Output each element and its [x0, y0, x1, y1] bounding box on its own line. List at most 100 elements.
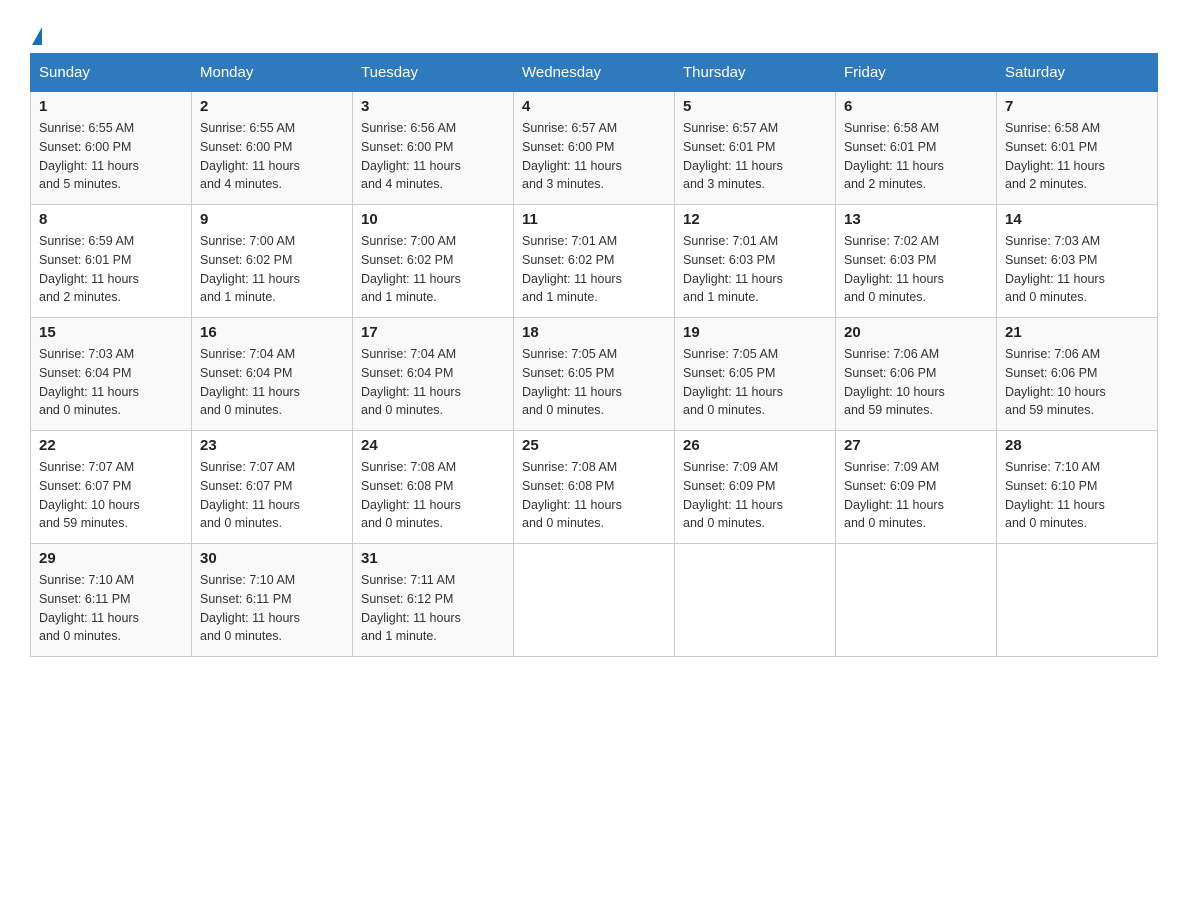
day-number: 23 [200, 437, 344, 454]
day-info: Sunrise: 6:57 AM Sunset: 6:01 PM Dayligh… [683, 119, 827, 194]
day-info: Sunrise: 7:03 AM Sunset: 6:03 PM Dayligh… [1005, 232, 1149, 307]
day-number: 8 [39, 211, 183, 228]
day-info: Sunrise: 7:08 AM Sunset: 6:08 PM Dayligh… [522, 458, 666, 533]
day-number: 31 [361, 550, 505, 567]
calendar-table: SundayMondayTuesdayWednesdayThursdayFrid… [30, 53, 1158, 657]
day-number: 15 [39, 324, 183, 341]
calendar-day-cell: 1 Sunrise: 6:55 AM Sunset: 6:00 PM Daylig… [31, 92, 192, 205]
day-info: Sunrise: 7:01 AM Sunset: 6:03 PM Dayligh… [683, 232, 827, 307]
logo [30, 20, 44, 43]
calendar-day-cell: 5 Sunrise: 6:57 AM Sunset: 6:01 PM Daylig… [675, 92, 836, 205]
day-number: 19 [683, 324, 827, 341]
calendar-day-cell: 24 Sunrise: 7:08 AM Sunset: 6:08 PM Dayli… [353, 431, 514, 544]
calendar-day-cell: 7Sunrise: 6:58 AM Sunset: 6:01 PM Daylig… [997, 92, 1158, 205]
calendar-week-row: 22 Sunrise: 7:07 AM Sunset: 6:07 PM Dayli… [31, 431, 1158, 544]
calendar-empty-cell [514, 544, 675, 657]
day-info: Sunrise: 7:08 AM Sunset: 6:08 PM Dayligh… [361, 458, 505, 533]
day-info: Sunrise: 7:02 AM Sunset: 6:03 PM Dayligh… [844, 232, 988, 307]
column-header-wednesday: Wednesday [514, 54, 675, 92]
day-info: Sunrise: 7:07 AM Sunset: 6:07 PM Dayligh… [200, 458, 344, 533]
calendar-day-cell: 2 Sunrise: 6:55 AM Sunset: 6:00 PM Daylig… [192, 92, 353, 205]
day-number: 21 [1005, 324, 1149, 341]
day-info: Sunrise: 7:00 AM Sunset: 6:02 PM Dayligh… [361, 232, 505, 307]
calendar-day-cell: 4 Sunrise: 6:57 AM Sunset: 6:00 PM Daylig… [514, 92, 675, 205]
day-info: Sunrise: 7:05 AM Sunset: 6:05 PM Dayligh… [522, 345, 666, 420]
calendar-day-cell: 26 Sunrise: 7:09 AM Sunset: 6:09 PM Dayli… [675, 431, 836, 544]
day-info: Sunrise: 7:09 AM Sunset: 6:09 PM Dayligh… [683, 458, 827, 533]
calendar-day-cell: 18 Sunrise: 7:05 AM Sunset: 6:05 PM Dayli… [514, 318, 675, 431]
calendar-day-cell: 25 Sunrise: 7:08 AM Sunset: 6:08 PM Dayli… [514, 431, 675, 544]
calendar-day-cell: 17 Sunrise: 7:04 AM Sunset: 6:04 PM Dayli… [353, 318, 514, 431]
day-info: Sunrise: 7:09 AM Sunset: 6:09 PM Dayligh… [844, 458, 988, 533]
calendar-header-row: SundayMondayTuesdayWednesdayThursdayFrid… [31, 54, 1158, 92]
calendar-day-cell: 27 Sunrise: 7:09 AM Sunset: 6:09 PM Dayli… [836, 431, 997, 544]
day-info: Sunrise: 6:55 AM Sunset: 6:00 PM Dayligh… [200, 119, 344, 194]
day-info: Sunrise: 7:01 AM Sunset: 6:02 PM Dayligh… [522, 232, 666, 307]
calendar-empty-cell [836, 544, 997, 657]
column-header-tuesday: Tuesday [353, 54, 514, 92]
calendar-day-cell: 31 Sunrise: 7:11 AM Sunset: 6:12 PM Dayli… [353, 544, 514, 657]
calendar-day-cell: 12 Sunrise: 7:01 AM Sunset: 6:03 PM Dayli… [675, 205, 836, 318]
day-info: Sunrise: 7:06 AM Sunset: 6:06 PM Dayligh… [844, 345, 988, 420]
calendar-day-cell: 3 Sunrise: 6:56 AM Sunset: 6:00 PM Daylig… [353, 92, 514, 205]
day-number: 7 [1005, 98, 1149, 115]
day-number: 12 [683, 211, 827, 228]
day-number: 20 [844, 324, 988, 341]
calendar-week-row: 1 Sunrise: 6:55 AM Sunset: 6:00 PM Daylig… [31, 92, 1158, 205]
day-info: Sunrise: 7:03 AM Sunset: 6:04 PM Dayligh… [39, 345, 183, 420]
day-number: 24 [361, 437, 505, 454]
day-number: 29 [39, 550, 183, 567]
day-number: 10 [361, 211, 505, 228]
column-header-saturday: Saturday [997, 54, 1158, 92]
day-info: Sunrise: 7:06 AM Sunset: 6:06 PM Dayligh… [1005, 345, 1149, 420]
calendar-week-row: 8Sunrise: 6:59 AM Sunset: 6:01 PM Daylig… [31, 205, 1158, 318]
day-number: 13 [844, 211, 988, 228]
day-info: Sunrise: 7:10 AM Sunset: 6:11 PM Dayligh… [200, 571, 344, 646]
calendar-empty-cell [675, 544, 836, 657]
calendar-day-cell: 19Sunrise: 7:05 AM Sunset: 6:05 PM Dayli… [675, 318, 836, 431]
day-number: 17 [361, 324, 505, 341]
day-number: 5 [683, 98, 827, 115]
calendar-empty-cell [997, 544, 1158, 657]
calendar-day-cell: 9 Sunrise: 7:00 AM Sunset: 6:02 PM Daylig… [192, 205, 353, 318]
day-number: 6 [844, 98, 988, 115]
logo-triangle-icon [32, 27, 42, 45]
calendar-day-cell: 8Sunrise: 6:59 AM Sunset: 6:01 PM Daylig… [31, 205, 192, 318]
calendar-day-cell: 13 Sunrise: 7:02 AM Sunset: 6:03 PM Dayli… [836, 205, 997, 318]
day-number: 22 [39, 437, 183, 454]
day-number: 28 [1005, 437, 1149, 454]
column-header-friday: Friday [836, 54, 997, 92]
day-info: Sunrise: 7:07 AM Sunset: 6:07 PM Dayligh… [39, 458, 183, 533]
calendar-week-row: 15 Sunrise: 7:03 AM Sunset: 6:04 PM Dayli… [31, 318, 1158, 431]
day-number: 11 [522, 211, 666, 228]
day-info: Sunrise: 7:00 AM Sunset: 6:02 PM Dayligh… [200, 232, 344, 307]
calendar-day-cell: 23 Sunrise: 7:07 AM Sunset: 6:07 PM Dayli… [192, 431, 353, 544]
day-number: 9 [200, 211, 344, 228]
column-header-monday: Monday [192, 54, 353, 92]
day-info: Sunrise: 7:04 AM Sunset: 6:04 PM Dayligh… [361, 345, 505, 420]
day-number: 18 [522, 324, 666, 341]
day-info: Sunrise: 7:10 AM Sunset: 6:11 PM Dayligh… [39, 571, 183, 646]
day-number: 1 [39, 98, 183, 115]
calendar-day-cell: 22 Sunrise: 7:07 AM Sunset: 6:07 PM Dayli… [31, 431, 192, 544]
day-number: 30 [200, 550, 344, 567]
day-number: 27 [844, 437, 988, 454]
day-info: Sunrise: 6:55 AM Sunset: 6:00 PM Dayligh… [39, 119, 183, 194]
day-info: Sunrise: 6:56 AM Sunset: 6:00 PM Dayligh… [361, 119, 505, 194]
day-info: Sunrise: 7:10 AM Sunset: 6:10 PM Dayligh… [1005, 458, 1149, 533]
day-info: Sunrise: 7:04 AM Sunset: 6:04 PM Dayligh… [200, 345, 344, 420]
day-info: Sunrise: 7:11 AM Sunset: 6:12 PM Dayligh… [361, 571, 505, 646]
day-number: 2 [200, 98, 344, 115]
column-header-thursday: Thursday [675, 54, 836, 92]
calendar-day-cell: 28 Sunrise: 7:10 AM Sunset: 6:10 PM Dayli… [997, 431, 1158, 544]
calendar-day-cell: 15 Sunrise: 7:03 AM Sunset: 6:04 PM Dayli… [31, 318, 192, 431]
day-number: 16 [200, 324, 344, 341]
day-number: 26 [683, 437, 827, 454]
calendar-day-cell: 14Sunrise: 7:03 AM Sunset: 6:03 PM Dayli… [997, 205, 1158, 318]
day-number: 4 [522, 98, 666, 115]
calendar-day-cell: 30 Sunrise: 7:10 AM Sunset: 6:11 PM Dayli… [192, 544, 353, 657]
calendar-day-cell: 29 Sunrise: 7:10 AM Sunset: 6:11 PM Dayli… [31, 544, 192, 657]
day-info: Sunrise: 6:57 AM Sunset: 6:00 PM Dayligh… [522, 119, 666, 194]
day-number: 3 [361, 98, 505, 115]
day-number: 25 [522, 437, 666, 454]
